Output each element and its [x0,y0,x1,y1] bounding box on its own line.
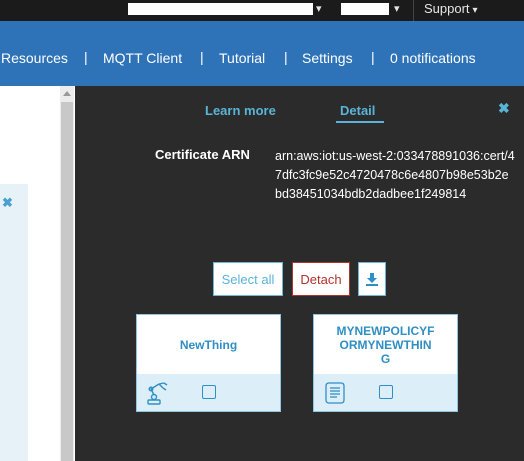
scrollbar-thumb[interactable] [61,102,73,461]
certificate-arn-label: Certificate ARN [155,147,250,162]
nav-separator: | [200,49,204,65]
top-account-bar: ▾ ▾ Support ▾ [0,0,524,21]
background-card [0,184,28,461]
thing-card[interactable]: NewThing [136,314,281,412]
detach-button[interactable]: Detach [292,262,350,296]
certificate-arn-value: arn:aws:iot:us-west-2:033478891036:cert/… [275,149,515,201]
tab-detail[interactable]: Detail [340,103,375,118]
select-all-button[interactable]: Select all [213,262,283,296]
redacted-account-name [128,3,313,15]
robot-arm-icon [147,382,168,405]
nav-separator: | [284,49,288,65]
redacted-region-name [341,3,389,15]
nav-item-mqtt-client[interactable]: MQTT Client [103,50,182,66]
nav-separator: | [84,49,88,65]
main-nav: Resources | MQTT Client | Tutorial | Set… [0,21,524,86]
policy-scroll-icon [325,382,345,404]
nav-separator: | [371,49,375,65]
policy-card-checkbox[interactable] [379,385,393,399]
topbar-divider [413,0,414,21]
scroll-up-arrow-icon[interactable] [63,91,71,96]
support-chevron-down-icon: ▾ [472,5,478,16]
account-chevron-down-icon[interactable]: ▾ [316,2,322,15]
tab-learn-more[interactable]: Learn more [205,103,276,118]
support-menu[interactable]: Support ▾ [424,1,478,16]
policy-card[interactable]: MYNEWPOLICYFORMYNEWTHING [313,314,458,412]
active-tab-indicator [336,121,384,123]
policy-card-footer [314,374,457,411]
thing-card-name: NewThing [179,338,238,352]
close-panel-icon[interactable]: ✖ [498,100,510,117]
thing-card-footer [137,374,280,411]
support-label: Support [424,1,470,16]
download-icon [366,273,378,286]
nav-item-tutorial[interactable]: Tutorial [219,50,265,66]
background-close-icon[interactable]: ✖ [2,195,13,211]
nav-item-notifications[interactable]: 0 notifications [390,50,476,66]
region-chevron-down-icon[interactable]: ▾ [394,2,400,15]
nav-item-resources[interactable]: Resources [1,50,68,66]
nav-item-settings[interactable]: Settings [302,50,353,66]
policy-card-name: MYNEWPOLICYFORMYNEWTHING [336,324,435,366]
thing-card-checkbox[interactable] [202,385,216,399]
download-button[interactable] [358,262,386,296]
